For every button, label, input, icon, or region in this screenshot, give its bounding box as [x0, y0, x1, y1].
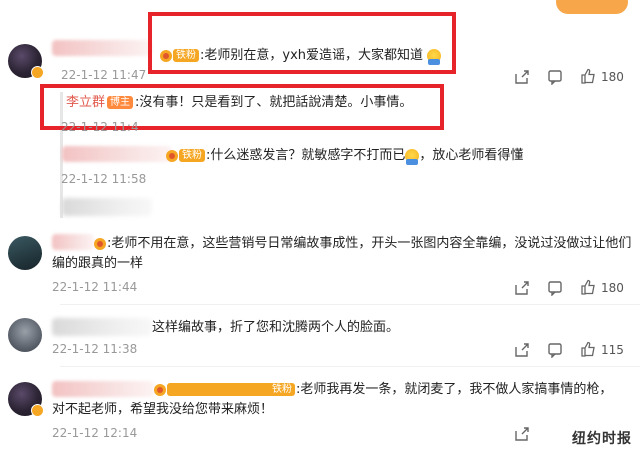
timestamp: 22-1-12 11:44	[52, 280, 138, 294]
comment-text: 这样编故事，折了您和沈腾两个人的脸面。	[152, 320, 400, 335]
fan-level-icon	[166, 149, 178, 162]
like-icon[interactable]	[580, 341, 596, 357]
avatar-wrap	[8, 382, 44, 417]
fan-level-icon	[154, 383, 166, 396]
watermark: 纽约时报	[572, 431, 632, 447]
fan-level-icon	[94, 237, 106, 250]
username-blurred[interactable]	[52, 318, 152, 336]
reply-text: 李立群 博主:沒有事！只是看到了、就把話說清楚。小事情。	[66, 95, 413, 110]
timestamp: 22-1-12 11:47	[61, 68, 147, 82]
like-count: 115	[601, 343, 624, 357]
hugging-emoji-icon	[427, 48, 442, 65]
hugging-emoji-icon	[405, 148, 420, 165]
comment-icon[interactable]	[547, 69, 563, 85]
timestamp: 22-1-12 11:58	[61, 172, 147, 186]
avatar[interactable]	[8, 318, 42, 352]
timestamp: 22-1-12 12:14	[52, 426, 138, 440]
username-blurred[interactable]	[52, 40, 152, 56]
timestamp: 22-1-12 11:38	[52, 342, 138, 356]
verified-badge-icon	[31, 66, 44, 79]
like-count: 180	[601, 281, 624, 295]
fan-tag: 铁粉	[173, 49, 199, 62]
like-icon[interactable]	[580, 279, 596, 295]
avatar-wrap	[8, 44, 44, 79]
comment-text: :老师不用在意，这些营销号日常编故事成性，开头一张图内容全靠编，没说过没做过让他…	[52, 236, 632, 271]
verified-badge-icon	[31, 404, 44, 417]
owner-tag: 博主	[107, 96, 134, 109]
fan-level-icon	[160, 49, 172, 62]
divider	[60, 366, 640, 367]
timestamp: 22-1-12 11:4	[61, 120, 139, 134]
avatar[interactable]	[8, 236, 42, 270]
share-icon[interactable]	[514, 69, 530, 85]
divider	[60, 304, 640, 305]
like-count: 180	[601, 70, 624, 84]
share-icon[interactable]	[514, 280, 530, 296]
comment-icon[interactable]	[547, 342, 563, 358]
reply-text: 铁粉:什么迷惑发言？就敏感字不打而已 ，放心老师看得懂	[166, 146, 523, 166]
top-action-button[interactable]	[556, 0, 628, 14]
comment-text: 铁粉:老师我再发一条，就闭麦了，我不做人家搞事情的枪，对不起老师，希望我没给您带…	[52, 382, 613, 417]
comment-text: 铁粉:老师别在意，yxh爱造谣，大家都知道	[160, 46, 442, 66]
comment-icon[interactable]	[547, 280, 563, 296]
share-icon[interactable]	[514, 342, 530, 358]
fan-tag: 铁粉	[179, 149, 205, 162]
like-icon[interactable]	[580, 68, 596, 84]
share-icon[interactable]	[514, 426, 530, 442]
username-blurred[interactable]	[62, 146, 172, 162]
fan-tag: 铁粉	[167, 383, 295, 396]
collapsed-replies-blurred[interactable]	[62, 198, 152, 216]
reply-author[interactable]: 李立群	[66, 95, 105, 110]
